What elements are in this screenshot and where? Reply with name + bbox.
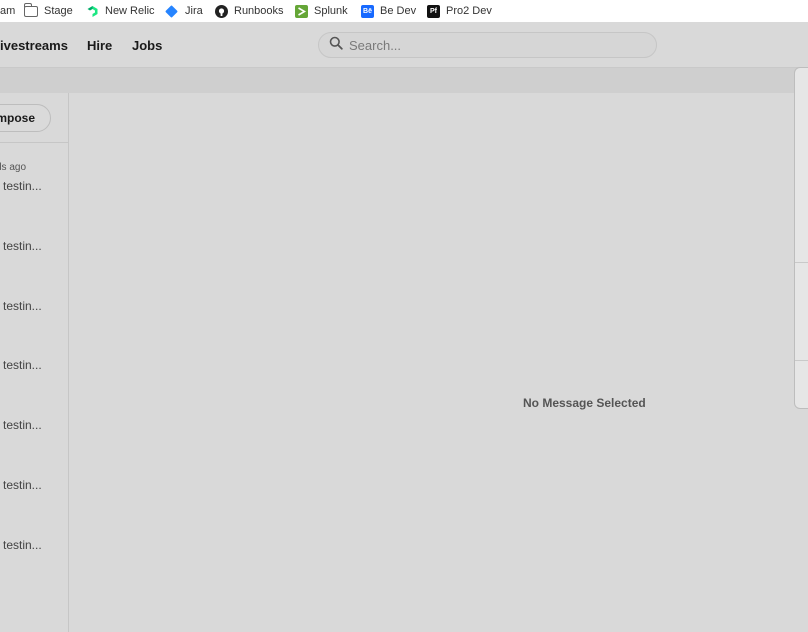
list-item[interactable]: testin...: [3, 538, 42, 552]
nav-hire[interactable]: Hire: [87, 38, 112, 53]
splunk-icon: [295, 4, 308, 18]
github-icon: [215, 4, 228, 18]
nav-jobs[interactable]: Jobs: [132, 38, 162, 53]
bookmark-new-relic[interactable]: New Relic: [86, 0, 155, 22]
bookmark-label: Splunk: [314, 5, 348, 17]
side-panel: [794, 67, 808, 409]
divider: [795, 360, 808, 361]
behance-icon: Bē: [361, 4, 374, 18]
compose-button[interactable]: mpose: [0, 104, 51, 132]
message-timestamp: ds ago: [0, 162, 27, 173]
list-item[interactable]: testin...: [3, 179, 42, 193]
bookmarks-bar: am Stage New Relic Jira Runbooks Splunk …: [0, 0, 808, 22]
bookmark-be-dev[interactable]: Bē Be Dev: [361, 0, 416, 22]
bookmark-partial[interactable]: am: [0, 0, 15, 22]
bookmark-label: Stage: [44, 5, 73, 17]
search-icon: [329, 36, 349, 55]
list-item[interactable]: testin...: [3, 418, 42, 432]
bookmark-label: Pro2 Dev: [446, 5, 492, 17]
bookmark-label: Jira: [185, 5, 203, 17]
sub-bar: [0, 68, 808, 93]
bookmark-jira[interactable]: Jira: [165, 0, 203, 22]
search-bar[interactable]: [318, 32, 657, 58]
bookmark-runbooks[interactable]: Runbooks: [215, 0, 284, 22]
new-relic-icon: [86, 5, 99, 18]
folder-icon: [24, 2, 38, 17]
list-item[interactable]: testin...: [3, 299, 42, 313]
list-item[interactable]: testin...: [3, 478, 42, 492]
message-view: No Message Selected: [69, 93, 808, 632]
jira-icon: [165, 4, 178, 18]
nav-livestreams[interactable]: ivestreams: [0, 38, 68, 53]
bookmark-label: New Relic: [105, 5, 155, 17]
divider: [0, 142, 68, 143]
bookmark-splunk[interactable]: Splunk: [295, 0, 348, 22]
bookmark-label: Be Dev: [380, 5, 417, 17]
search-input[interactable]: [349, 37, 629, 53]
top-nav: ivestreams Hire Jobs: [0, 22, 808, 68]
bookmark-label: am: [0, 5, 16, 17]
list-item[interactable]: testin...: [3, 239, 42, 253]
bookmark-label: Runbooks: [234, 5, 284, 17]
bookmark-pro2-dev[interactable]: Pf Pro2 Dev: [427, 0, 492, 22]
portfolio-icon: Pf: [427, 4, 440, 18]
divider: [795, 262, 808, 263]
empty-state-text: No Message Selected: [523, 396, 646, 410]
list-item[interactable]: testin...: [3, 358, 42, 372]
bookmark-stage[interactable]: Stage: [24, 0, 73, 22]
message-list: mpose ds ago testin... testin... testin.…: [0, 93, 69, 632]
